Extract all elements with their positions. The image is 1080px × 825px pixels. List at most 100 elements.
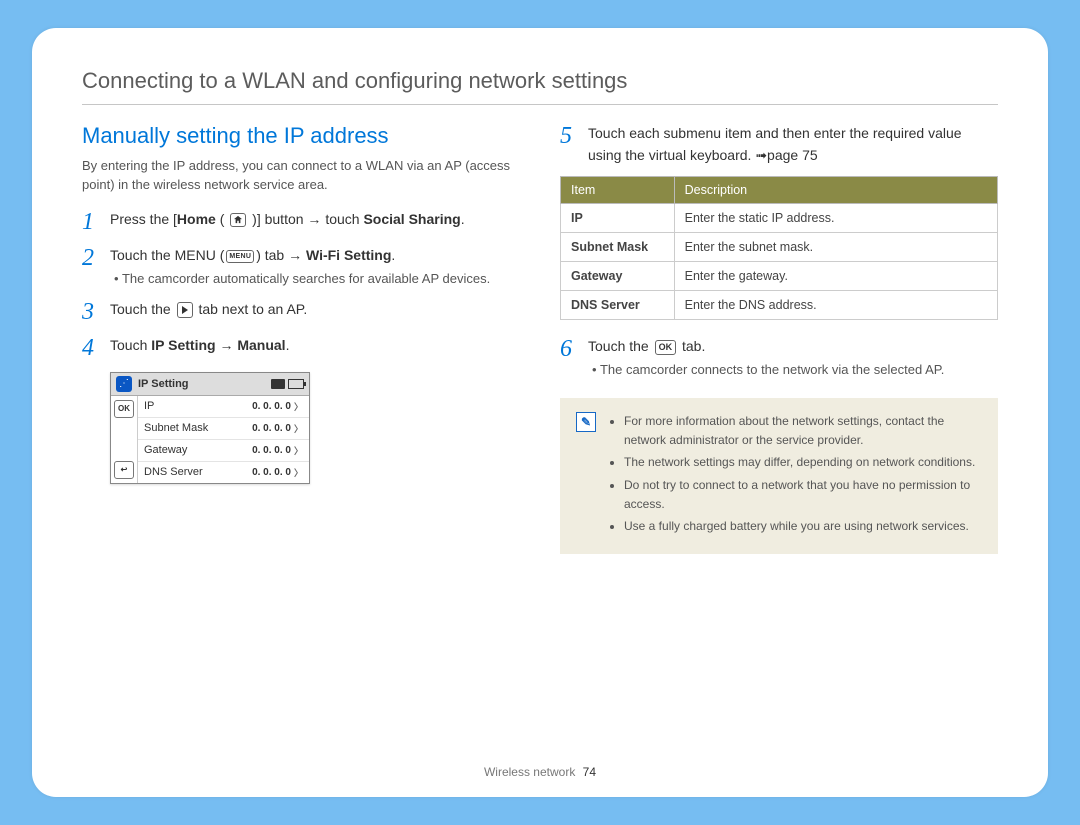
- screen-body: OK ↩ IP 0. 0. 0. 0〉 Subnet Mask 0. 0. 0.…: [111, 396, 309, 483]
- chevron-right-icon: 〉: [294, 400, 303, 413]
- battery-icon: [288, 379, 304, 389]
- text-bold: IP Setting: [151, 337, 215, 353]
- back-button[interactable]: ↩: [114, 461, 134, 479]
- chevron-right-icon: 〉: [294, 466, 303, 479]
- screen-rows: IP 0. 0. 0. 0〉 Subnet Mask 0. 0. 0. 0〉 G…: [138, 396, 309, 483]
- list-item[interactable]: DNS Server 0. 0. 0. 0〉: [138, 462, 309, 483]
- item-description-table: Item Description IP Enter the static IP …: [560, 176, 998, 320]
- step-4: 4 Touch IP Setting → Manual.: [82, 335, 520, 361]
- note-item: For more information about the network s…: [624, 412, 982, 449]
- step-body: Touch the OK tab. The camcorder connects…: [588, 336, 998, 380]
- status-icons: [271, 379, 304, 389]
- step-number: 6: [560, 336, 578, 380]
- table-cell: Enter the static IP address.: [674, 204, 997, 233]
- text: .: [391, 247, 395, 263]
- two-column-layout: Manually setting the IP address By enter…: [82, 123, 998, 554]
- table-cell: Subnet Mask: [561, 233, 675, 262]
- row-value: 0. 0. 0. 0〉: [252, 422, 303, 435]
- screen-title: IP Setting: [138, 378, 189, 390]
- step-body: Press the [Home ( )] button → touch Soci…: [110, 209, 520, 235]
- text: Touch: [110, 337, 151, 353]
- list-item[interactable]: Gateway 0. 0. 0. 0〉: [138, 440, 309, 462]
- table-header: Description: [674, 177, 997, 204]
- text: Touch the: [588, 338, 653, 354]
- step-number: 4: [82, 335, 100, 361]
- text: tab next to an AP.: [195, 301, 308, 317]
- note-item: Do not try to connect to a network that …: [624, 476, 982, 513]
- note-icon: ✎: [576, 412, 596, 432]
- value-text: 0. 0. 0. 0: [252, 467, 291, 478]
- step-3: 3 Touch the tab next to an AP.: [82, 299, 520, 325]
- step-5: 5 Touch each submenu item and then enter…: [560, 123, 998, 166]
- card-icon: [271, 379, 285, 389]
- chevron-right-icon: 〉: [294, 422, 303, 435]
- text: Touch the: [110, 301, 175, 317]
- step-body: Touch each submenu item and then enter t…: [588, 123, 998, 166]
- chevron-right-icon: [177, 302, 193, 318]
- screen-header: ⋰ IP Setting: [111, 373, 309, 396]
- list-item[interactable]: IP 0. 0. 0. 0〉: [138, 396, 309, 418]
- manual-page: Connecting to a WLAN and configuring net…: [32, 28, 1048, 797]
- screen-left-buttons: OK ↩: [111, 396, 138, 483]
- row-value: 0. 0. 0. 0〉: [252, 400, 303, 413]
- note-box: ✎ For more information about the network…: [560, 398, 998, 554]
- step-number: 1: [82, 209, 100, 235]
- step-number: 5: [560, 123, 578, 166]
- row-label: IP: [144, 400, 154, 412]
- step-2: 2 Touch the MENU (MENU) tab → Wi-Fi Sett…: [82, 245, 520, 289]
- table-row: Gateway Enter the gateway.: [561, 262, 998, 291]
- step-body: Touch the MENU (MENU) tab → Wi-Fi Settin…: [110, 245, 520, 289]
- table-cell: Enter the subnet mask.: [674, 233, 997, 262]
- note-item: The network settings may differ, dependi…: [624, 453, 982, 472]
- table-cell: Gateway: [561, 262, 675, 291]
- step-1: 1 Press the [Home ( )] button → touch So…: [82, 209, 520, 235]
- step-number: 3: [82, 299, 100, 325]
- text: Touch the MENU (: [110, 247, 224, 263]
- table-row: Subnet Mask Enter the subnet mask.: [561, 233, 998, 262]
- step-number: 2: [82, 245, 100, 289]
- table-cell: DNS Server: [561, 291, 675, 320]
- home-icon: [230, 213, 246, 227]
- footer-section: Wireless network: [484, 765, 575, 779]
- value-text: 0. 0. 0. 0: [252, 401, 291, 412]
- row-value: 0. 0. 0. 0〉: [252, 444, 303, 457]
- text: ) tab →: [256, 247, 306, 263]
- table-cell: IP: [561, 204, 675, 233]
- row-label: Gateway: [144, 444, 187, 456]
- text: .: [461, 211, 465, 227]
- text-bold: Manual: [237, 337, 285, 353]
- page-number: 74: [583, 765, 596, 779]
- step-body: Touch the tab next to an AP.: [110, 299, 520, 325]
- row-label: Subnet Mask: [144, 422, 208, 434]
- row-label: DNS Server: [144, 466, 203, 478]
- step-6: 6 Touch the OK tab. The camcorder connec…: [560, 336, 998, 380]
- ip-setting-screen: ⋰ IP Setting OK ↩ IP 0. 0.: [110, 372, 310, 484]
- text: )] button → touch: [248, 211, 363, 227]
- text-bold: Social Sharing: [363, 211, 460, 227]
- right-column: 5 Touch each submenu item and then enter…: [560, 123, 998, 554]
- step-sub: The camcorder automatically searches for…: [110, 269, 520, 289]
- note-list: For more information about the network s…: [608, 412, 982, 540]
- table-row: DNS Server Enter the DNS address.: [561, 291, 998, 320]
- value-text: 0. 0. 0. 0: [252, 445, 291, 456]
- text: (: [216, 211, 228, 227]
- table-row: IP Enter the static IP address.: [561, 204, 998, 233]
- note-item: Use a fully charged battery while you ar…: [624, 517, 982, 536]
- list-item[interactable]: Subnet Mask 0. 0. 0. 0〉: [138, 418, 309, 440]
- step-body: Touch IP Setting → Manual.: [110, 335, 520, 361]
- left-column: Manually setting the IP address By enter…: [82, 123, 520, 554]
- text-bold: Wi-Fi Setting: [306, 247, 391, 263]
- page-footer: Wireless network 74: [32, 765, 1048, 779]
- table-cell: Enter the gateway.: [674, 262, 997, 291]
- chevron-right-icon: 〉: [294, 444, 303, 457]
- ok-button[interactable]: OK: [114, 400, 134, 418]
- text: tab.: [678, 338, 705, 354]
- chapter-title: Connecting to a WLAN and configuring net…: [82, 68, 998, 105]
- section-intro: By entering the IP address, you can conn…: [82, 157, 520, 195]
- step-sub: The camcorder connects to the network vi…: [588, 360, 998, 380]
- value-text: 0. 0. 0. 0: [252, 423, 291, 434]
- arrow: →: [216, 337, 238, 353]
- section-title: Manually setting the IP address: [82, 123, 520, 149]
- wifi-icon: ⋰: [116, 376, 132, 392]
- ok-icon: OK: [655, 340, 677, 355]
